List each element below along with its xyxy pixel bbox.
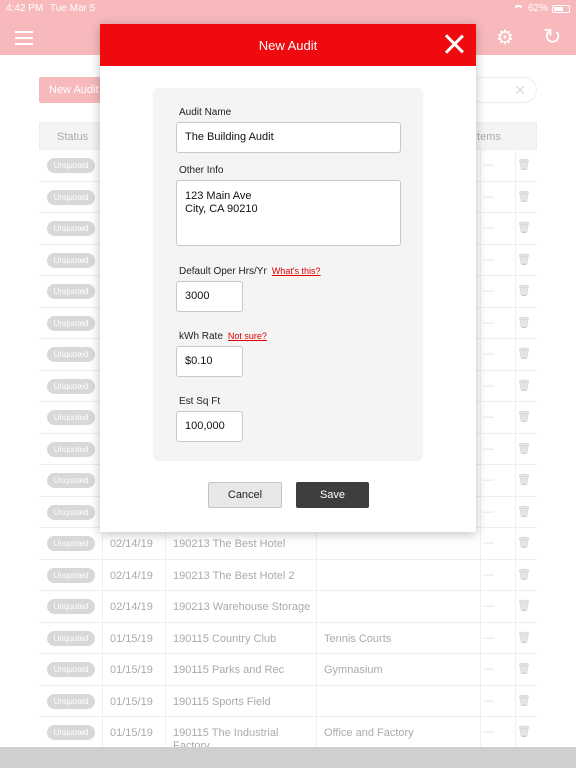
hours-field[interactable]: 3000	[176, 281, 243, 312]
gear-icon[interactable]: ⚙	[496, 28, 514, 48]
not-sure-link[interactable]: Not sure?	[228, 331, 267, 341]
battery-icon	[552, 4, 570, 13]
kwh-rate-field[interactable]: $0.10	[176, 346, 243, 377]
other-info-line-2: City, CA 90210	[185, 203, 258, 215]
hours-label: Default Oper Hrs/Yr	[179, 266, 267, 277]
audit-name-field[interactable]: The Building Audit	[176, 122, 401, 153]
whats-this-link[interactable]: What's this?	[272, 266, 321, 276]
status-date: Tue Mar 5	[50, 3, 96, 14]
close-icon[interactable]	[444, 34, 464, 54]
hamburger-icon[interactable]	[15, 31, 33, 45]
modal-title: New Audit	[258, 38, 318, 53]
other-info-line-1: 123 Main Ave	[185, 190, 252, 202]
form-panel: Audit Name The Building Audit Other Info…	[153, 88, 423, 461]
kwh-label-row: kWh Rate Not sure?	[179, 331, 267, 342]
wifi-icon	[512, 4, 524, 13]
other-info-field[interactable]: 123 Main Ave City, CA 90210	[176, 180, 401, 246]
hours-label-row: Default Oper Hrs/Yr What's this?	[179, 266, 321, 277]
status-bar: 4:42 PM Tue Mar 5 62%	[0, 0, 576, 16]
modal-header: New Audit	[100, 24, 476, 66]
audit-name-label: Audit Name	[179, 107, 232, 118]
sqft-field[interactable]: 100,000	[176, 411, 243, 442]
kwh-label: kWh Rate	[179, 331, 223, 342]
other-info-label: Other Info	[179, 165, 224, 176]
status-time: 4:42 PM	[6, 3, 44, 14]
refresh-icon[interactable]: ↻	[543, 26, 561, 48]
bottom-bar	[0, 747, 576, 768]
battery-percent: 62%	[527, 3, 548, 14]
cancel-button[interactable]: Cancel	[208, 482, 282, 508]
new-audit-modal: New Audit Audit Name The Building Audit …	[100, 24, 476, 532]
status-right: 62%	[512, 3, 570, 14]
save-button[interactable]: Save	[296, 482, 369, 508]
sqft-label: Est Sq Ft	[179, 396, 221, 407]
